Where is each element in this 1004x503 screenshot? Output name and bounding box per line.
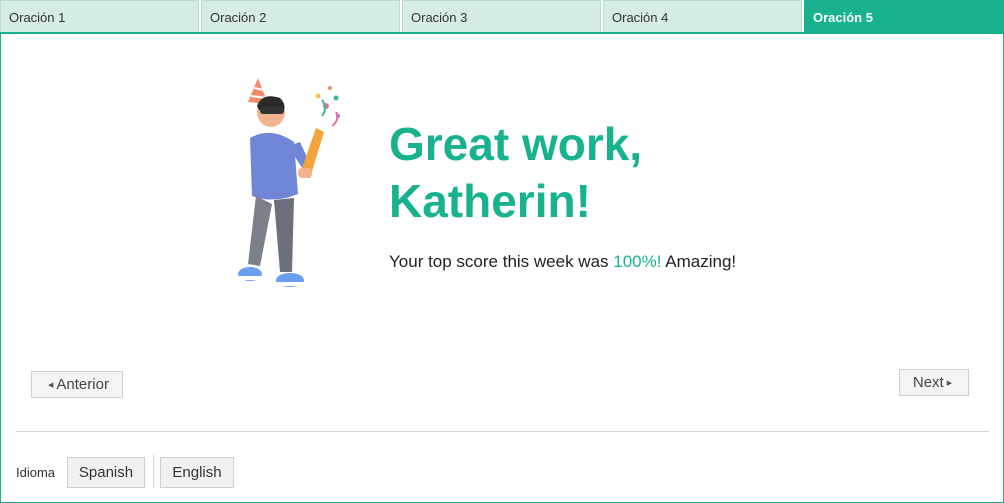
tab-oracion-4[interactable]: Oración 4 — [603, 0, 802, 33]
language-spanish-button[interactable]: Spanish — [67, 457, 145, 488]
language-label: Idioma — [16, 465, 56, 480]
score-message-suffix: Amazing! — [661, 252, 737, 271]
sentence-practice-window: Oración 1 Oración 2 Oración 3 Oración 4 … — [0, 0, 1004, 503]
caret-right-icon: ▶ — [946, 379, 953, 387]
score-value: 100%! — [613, 252, 662, 271]
caret-left-icon: ◀ — [48, 381, 54, 389]
tab-oracion-2[interactable]: Oración 2 — [201, 0, 400, 33]
content-panel: Great work, Katherin! Your top score thi… — [0, 32, 1004, 503]
language-english-button[interactable]: English — [160, 457, 234, 488]
next-button[interactable]: Next ▶ — [899, 369, 969, 396]
congrats-headline: Great work, Katherin! — [389, 116, 789, 230]
divider — [16, 431, 989, 432]
sentence-tabs: Oración 1 Oración 2 Oración 3 Oración 4 … — [0, 0, 1004, 33]
score-message-prefix: Your top score this week was — [389, 252, 614, 271]
tab-oracion-1[interactable]: Oración 1 — [0, 0, 199, 33]
tab-oracion-5[interactable]: Oración 5 — [804, 0, 1004, 33]
previous-button[interactable]: ◀ Anterior — [31, 371, 123, 398]
headline-line-1: Great work, — [389, 118, 643, 170]
score-message: Your top score this week was 100%! Amazi… — [389, 252, 736, 272]
tab-oracion-3[interactable]: Oración 3 — [402, 0, 601, 33]
previous-button-label: Anterior — [56, 376, 109, 393]
celebration-illustration — [238, 78, 340, 287]
language-separator — [153, 455, 154, 488]
next-button-label: Next — [912, 374, 944, 391]
headline-line-2: Katherin! — [389, 175, 591, 227]
